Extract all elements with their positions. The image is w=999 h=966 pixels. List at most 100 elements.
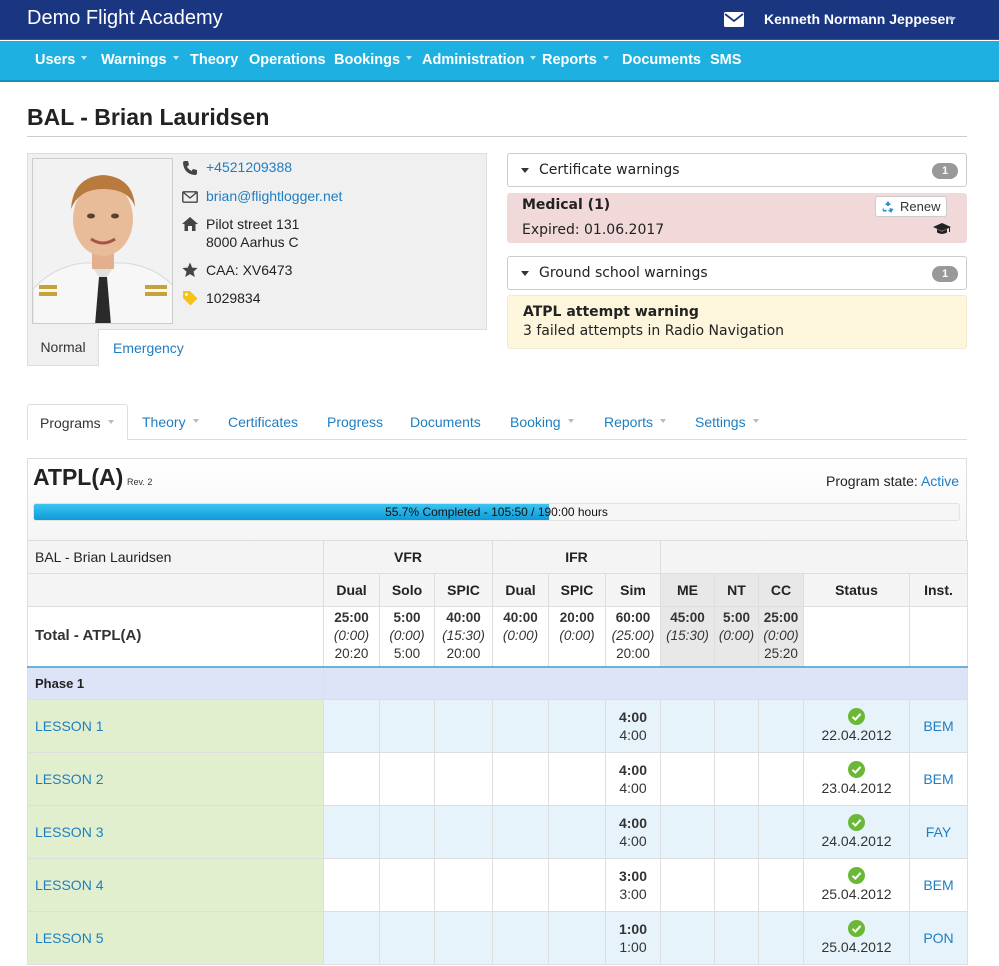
instructor-link[interactable]: BEM [909, 752, 968, 806]
certificate-warning-title: Medical (1) [522, 197, 611, 213]
lesson-cell [660, 752, 715, 806]
certificate-warnings-label: Certificate warnings [539, 162, 680, 178]
check-circle-icon [848, 761, 865, 778]
lesson-cell [548, 858, 606, 912]
total-completed [661, 645, 714, 663]
lesson-cell [323, 752, 380, 806]
lesson-cell [323, 858, 380, 912]
col-nt: NT [714, 573, 759, 607]
program-state: Program state: Active [826, 473, 959, 489]
tab-booking[interactable]: Booking [510, 414, 574, 430]
tab-programs[interactable]: Programs [27, 404, 128, 440]
top-bar: Demo Flight Academy Kenneth Normann Jepp… [0, 0, 999, 40]
total-cell: 45:00 (15:30) [660, 606, 715, 668]
group-empty [660, 540, 968, 574]
phone-icon [183, 161, 197, 175]
tabs-divider [27, 439, 967, 440]
tab-emergency[interactable]: Emergency [113, 340, 184, 356]
lesson-link[interactable]: LESSON 2 [27, 752, 324, 806]
brand-title[interactable]: Demo Flight Academy [27, 7, 223, 30]
tab-theory[interactable]: Theory [142, 414, 199, 430]
nav-users[interactable]: Users [35, 52, 88, 68]
nav-bookings[interactable]: Bookings [334, 52, 413, 68]
total-planned: (0:00) [389, 628, 425, 644]
lesson-cell [714, 752, 759, 806]
tab-certificates[interactable]: Certificates [228, 414, 298, 430]
instructor-link[interactable]: BEM [909, 699, 968, 753]
tab-reports[interactable]: Reports [604, 414, 667, 430]
lesson-cell [434, 858, 493, 912]
mail-icon[interactable] [724, 12, 744, 27]
total-empty-cell [803, 606, 910, 668]
email-link[interactable]: brian@flightlogger.net [206, 188, 342, 204]
lesson-row: LESSON 3 4:00 4:00 24.04.2012 FAY [27, 805, 968, 859]
total-planned: (0:00) [559, 628, 595, 644]
header-spacer [27, 573, 324, 607]
tab-documents[interactable]: Documents [410, 414, 481, 430]
total-completed [493, 645, 548, 663]
sim-completed: 4:00 [619, 727, 647, 743]
lesson-link[interactable]: LESSON 4 [27, 858, 324, 912]
chevron-down-icon[interactable] [948, 17, 956, 22]
nav-operations[interactable]: Operations [249, 52, 326, 68]
page-title: BAL - Brian Lauridsen [27, 104, 270, 130]
instructor-link[interactable]: BEM [909, 858, 968, 912]
total-completed [715, 645, 758, 663]
certificate-warning-expiry: Expired: 01.06.2017 [522, 222, 665, 238]
instructor-link[interactable]: PON [909, 911, 968, 965]
nav-warnings[interactable]: Warnings [101, 52, 179, 68]
col-ifr-sim: Sim [605, 573, 661, 607]
lesson-link[interactable]: LESSON 1 [27, 699, 324, 753]
total-required: 40:00 [503, 610, 538, 626]
tab-progress[interactable]: Progress [327, 414, 383, 430]
total-cell: 5:00 (0:00) 5:00 [379, 606, 435, 668]
lesson-cell [379, 752, 435, 806]
nav-theory[interactable]: Theory [190, 52, 238, 68]
status-date: 25.04.2012 [821, 886, 892, 902]
total-planned: (0:00) [718, 628, 755, 644]
graduation-cap-icon [933, 223, 951, 234]
lesson-cell [758, 911, 804, 965]
phone-link[interactable]: +4521209388 [206, 159, 292, 175]
header-row-groups: BAL - Brian Lauridsen VFR IFR [27, 540, 968, 574]
total-required: 45:00 [670, 610, 705, 626]
col-ifr-dual: Dual [492, 573, 549, 607]
status-date: 23.04.2012 [821, 780, 892, 796]
total-cell: 20:00 (0:00) [548, 606, 606, 668]
lesson-cell [492, 805, 549, 859]
user-menu[interactable]: Kenneth Normann Jeppesen [764, 11, 954, 27]
program-title: ATPL(A) [33, 464, 124, 490]
lesson-cell [492, 699, 549, 753]
lesson-cell [323, 805, 380, 859]
total-row: Total - ATPL(A) 25:00 (0:00) 20:20 5:00 (0:0… [27, 606, 968, 668]
nav-sms[interactable]: SMS [710, 52, 741, 68]
lesson-link[interactable]: LESSON 5 [27, 911, 324, 965]
ground-school-warning-item: ATPL attempt warning 3 failed attempts i… [507, 295, 967, 349]
check-circle-icon [848, 814, 865, 831]
lesson-cell [548, 911, 606, 965]
total-planned: (0:00) [502, 628, 539, 644]
lesson-sim-cell: 4:00 4:00 [605, 805, 661, 859]
renew-button[interactable]: Renew [875, 196, 947, 217]
ground-school-warnings-header[interactable]: Ground school warnings 1 [507, 256, 967, 290]
nav-documents[interactable]: Documents [622, 52, 701, 68]
instructor-link[interactable]: FAY [909, 805, 968, 859]
phase-spacer [323, 666, 968, 700]
total-planned: (15:30) [442, 628, 485, 644]
nav-administration[interactable]: Administration [422, 52, 537, 68]
program-state-value[interactable]: Active [921, 473, 959, 489]
certificate-warnings-header[interactable]: Certificate warnings 1 [507, 153, 967, 187]
tab-settings[interactable]: Settings [695, 414, 759, 430]
lesson-cell [660, 911, 715, 965]
nav-reports[interactable]: Reports [542, 52, 609, 68]
lesson-sim-cell: 4:00 4:00 [605, 699, 661, 753]
lesson-cell [379, 805, 435, 859]
phase-label: Phase 1 [27, 666, 324, 700]
total-cell: 5:00 (0:00) [714, 606, 759, 668]
tab-normal[interactable]: Normal [27, 329, 99, 366]
lesson-link[interactable]: LESSON 3 [27, 805, 324, 859]
total-completed: 25:20 [764, 646, 798, 662]
lesson-sim-cell: 1:00 1:00 [605, 911, 661, 965]
certificate-warning-item: Medical (1) Expired: 01.06.2017 Renew [507, 193, 967, 243]
lesson-cell [323, 699, 380, 753]
